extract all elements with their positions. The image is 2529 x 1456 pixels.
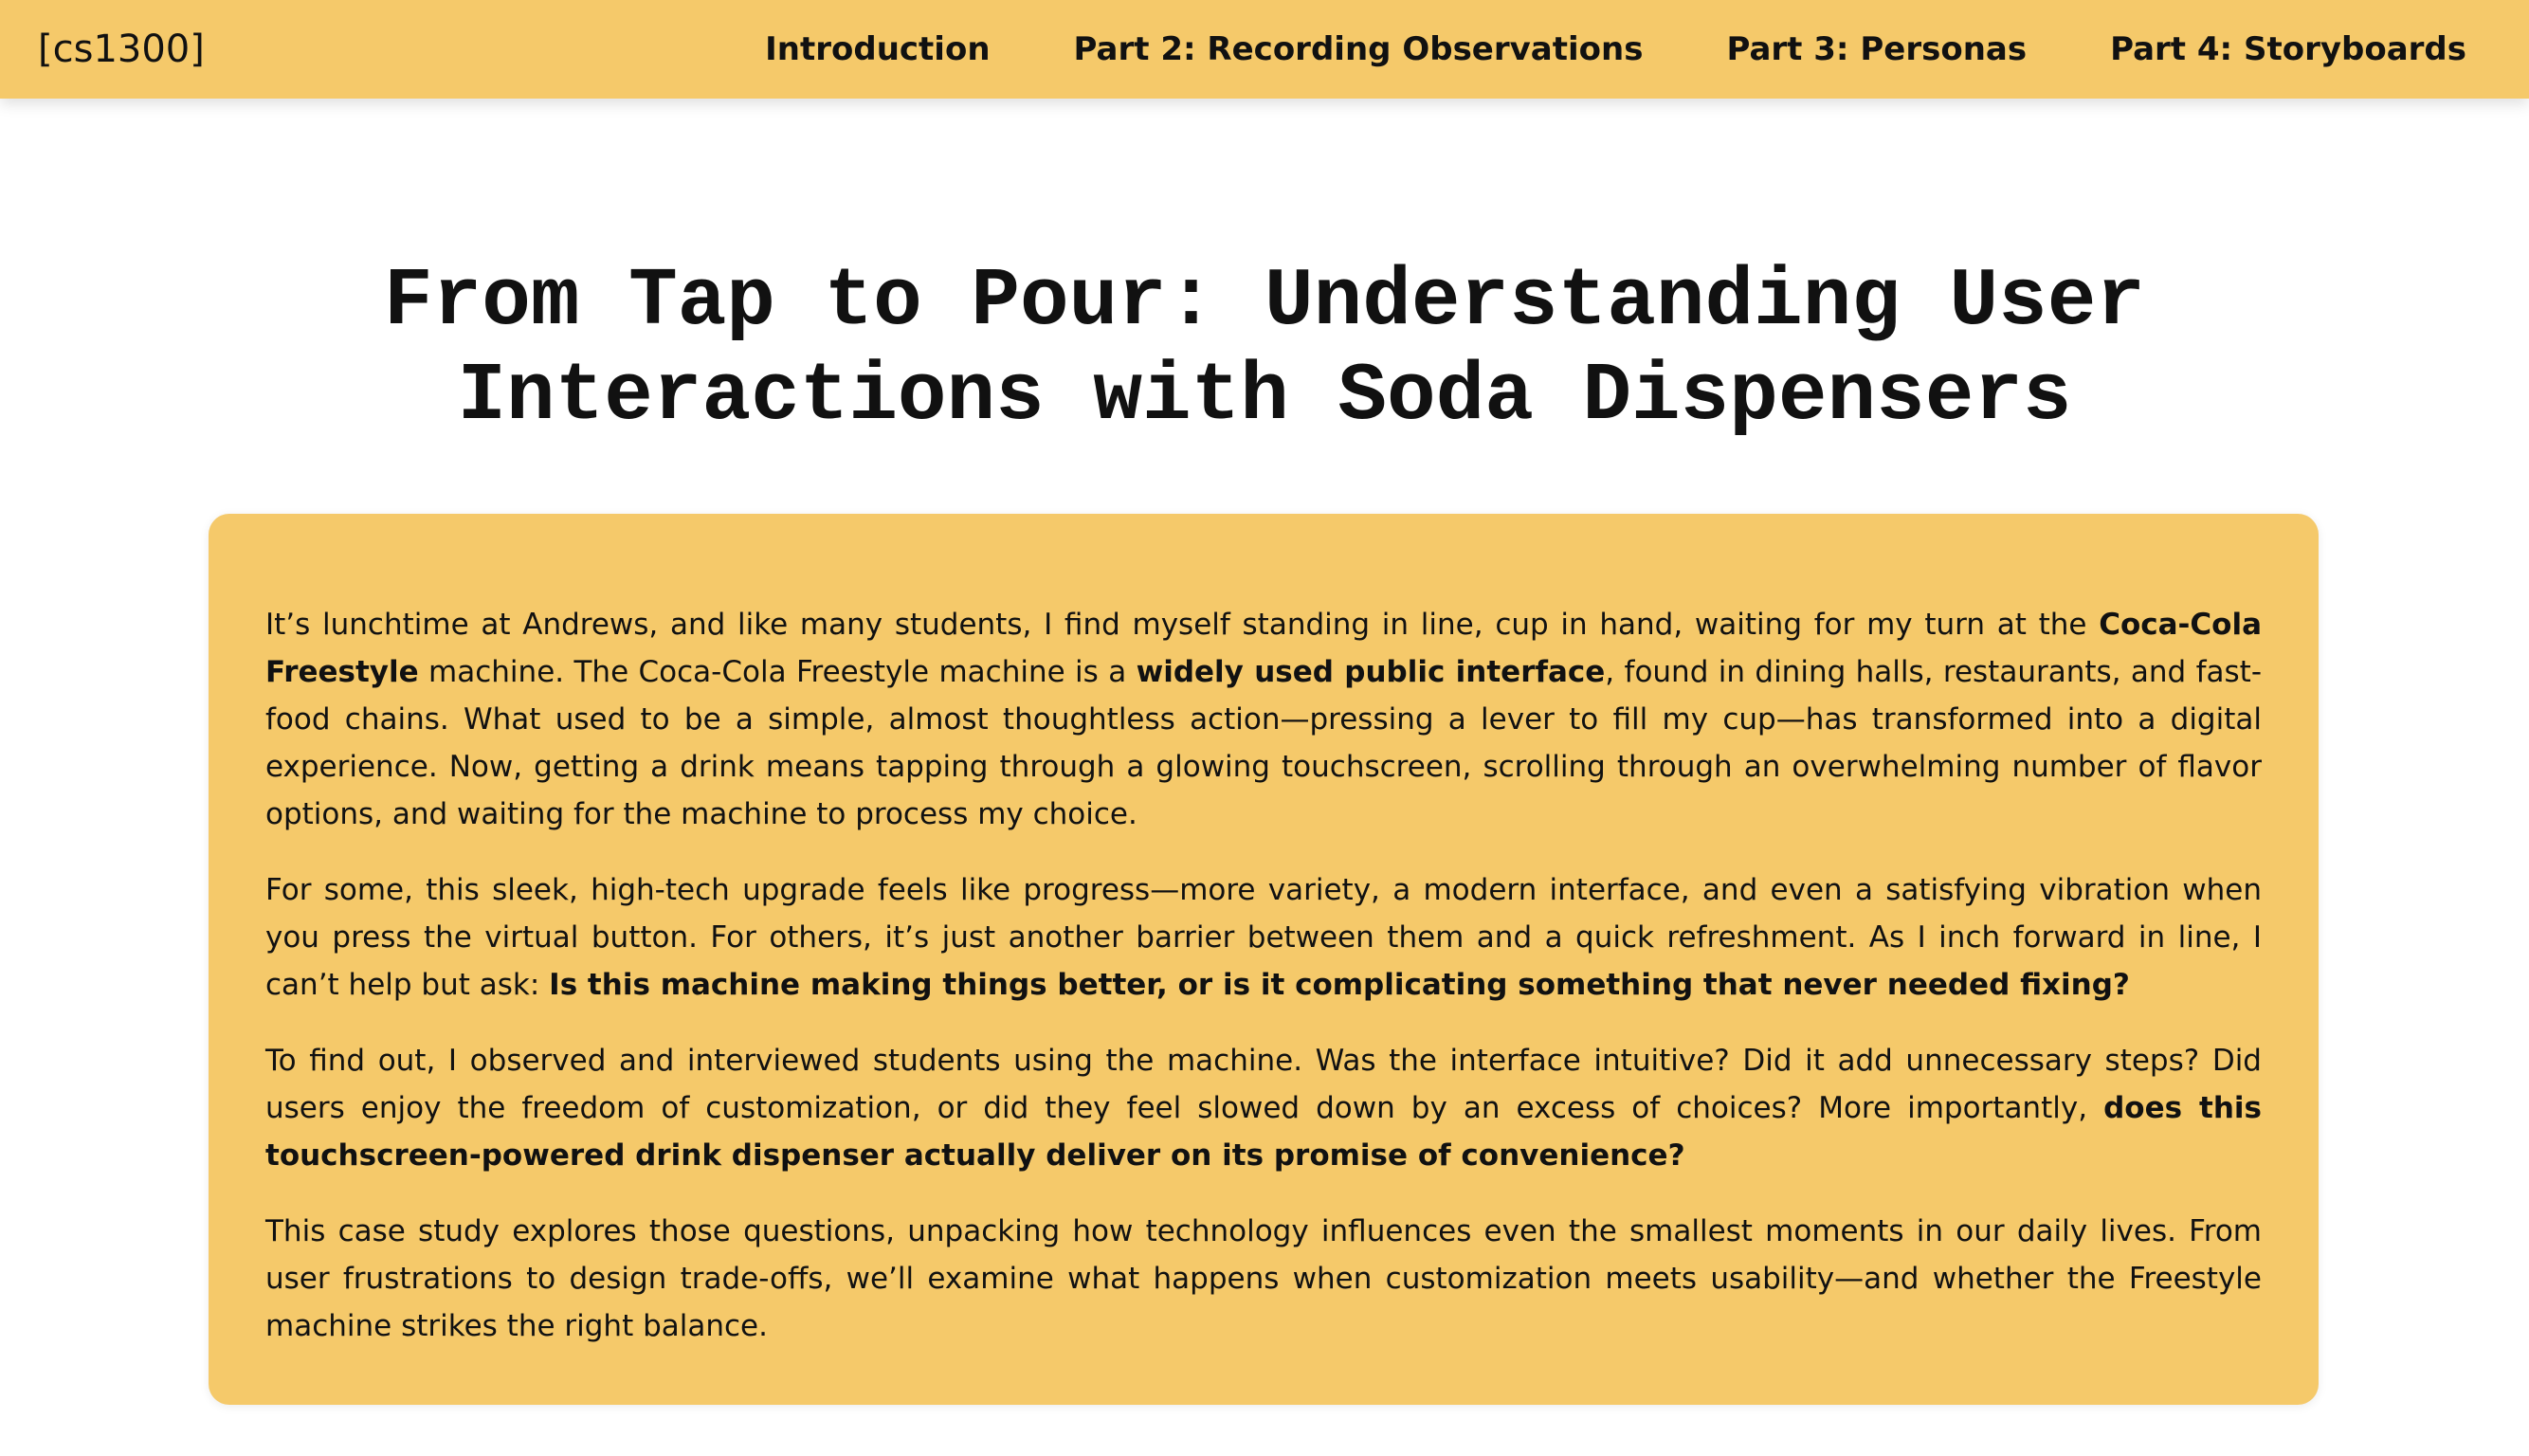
paragraph-emphasis: widely used public interface (1136, 655, 1606, 689)
nav-link-storyboards[interactable]: Part 4: Storyboards (2110, 30, 2466, 68)
paragraph-text: It’s lunchtime at Andrews, and like many… (265, 608, 2100, 642)
nav-link-introduction[interactable]: Introduction (765, 30, 990, 68)
paragraph-text: This case study explores those questions… (265, 1214, 2262, 1343)
site-brand-link[interactable]: [cs1300] (38, 0, 205, 99)
paragraph-text: machine. The Coca-Cola Freestyle machine… (418, 655, 1137, 689)
page-title: From Tap to Pour: Understanding User Int… (384, 255, 2145, 443)
intro-paragraph-1: It’s lunchtime at Andrews, and like many… (265, 601, 2262, 838)
nav-link-personas[interactable]: Part 3: Personas (1726, 30, 2027, 68)
nav-link-recording-observations[interactable]: Part 2: Recording Observations (1074, 30, 1644, 68)
introduction-card: It’s lunchtime at Andrews, and like many… (209, 514, 2319, 1405)
intro-paragraph-2: For some, this sleek, high-tech upgrade … (265, 866, 2262, 1009)
intro-paragraph-3: To find out, I observed and interviewed … (265, 1037, 2262, 1179)
paragraph-text: To find out, I observed and interviewed … (265, 1044, 2262, 1125)
primary-nav: Introduction Part 2: Recording Observati… (765, 0, 2466, 99)
paragraph-emphasis: Is this machine making things better, or… (549, 968, 2130, 1002)
intro-paragraph-4: This case study explores those questions… (265, 1208, 2262, 1350)
top-navigation-bar: [cs1300] Introduction Part 2: Recording … (0, 0, 2529, 99)
